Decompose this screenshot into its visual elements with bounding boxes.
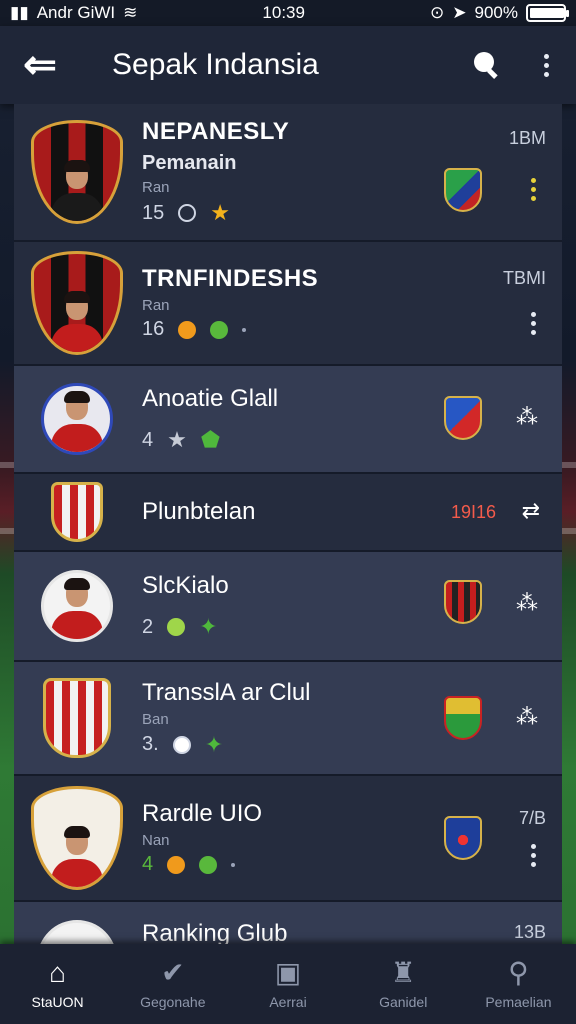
player-name: NEPANESLY [142,118,290,145]
share-icon[interactable]: ⁂ [516,704,538,730]
player-avatar [31,251,123,355]
alarm-icon: ⊙ [430,3,445,22]
count-label: TBMI [503,268,546,288]
ring-icon [178,204,197,222]
app-bar: ⇐ Sepak Indansia [0,26,576,104]
dot-icon [231,862,236,867]
club-crest-icon [444,168,482,212]
shield-badge-icon: ⬟ [200,427,220,452]
bottom-navigation: ⌂ StaUON ✔ Gegonahe ▣ Aerrai ♜ Ganidel ⚲… [0,944,576,1024]
signal-icon: ▮▮ [10,3,29,22]
green-badge-icon [210,320,229,339]
more-options-icon[interactable] [530,312,536,335]
stat-value: 4 [142,853,154,875]
share-icon[interactable]: ⁂ [516,590,538,616]
list-item[interactable]: Anoatie Glall 4 ★ ⬟ ⁂ [14,366,562,474]
meta-label: Ran [142,297,170,314]
club-crest-icon [444,580,482,624]
stat-value: 4 [142,428,154,451]
status-bar: ▮▮ Andr GiWI ≋ 10:39 ⊙ ➤ 900% [0,0,576,26]
list-item[interactable]: SlcKialo 2 ✦ ⁂ [14,552,562,662]
player-avatar [31,786,123,890]
list-item[interactable]: NEPANESLY Pemanain Ran 15 ★ 1BM [14,104,562,242]
clock: 10:39 [262,3,305,22]
swap-arrow-icon[interactable]: ⇄ [522,498,540,524]
badge-icon [172,735,191,754]
search-person-icon: ⚲ [508,957,529,988]
home-icon: ⌂ [49,957,67,988]
star-icon: ✦ [199,614,218,639]
list-item[interactable]: Rardle UIO Nan 4 7/B [14,776,562,902]
player-role: Pemanain [142,152,237,174]
club-name: Ranking Glub [142,920,288,944]
back-arrow-icon[interactable]: ⇐ [0,26,80,104]
battery-percent: 900% [474,3,518,22]
trophy-icon: ♜ [390,957,416,988]
star-icon: ✦ [204,731,224,757]
list-item[interactable]: Plunbtelan 19I16 ⇄ [14,474,562,552]
player-name: Rardle UIO [142,800,263,827]
club-crest-icon [37,920,117,944]
count-label: 7/B [518,808,546,828]
club-crest-icon [444,396,482,440]
player-avatar [41,383,113,455]
stat-value: 3. [142,733,159,755]
more-options-icon[interactable] [530,844,536,867]
club-name: TransslA ar Clul [142,678,311,706]
star-icon: ★ [167,427,187,452]
nav-item-standings[interactable]: ♜ Ganidel [346,944,461,1024]
nav-item-players[interactable]: ⚲ Pemaelian [461,944,576,1024]
meta-label: Ban [142,710,169,728]
nav-label: Ganidel [379,994,428,1010]
nav-label: Aerrai [269,994,307,1010]
more-options-icon[interactable] [530,178,536,201]
count-label: 1BM [508,128,546,148]
club-name: Plunbtelan [142,498,256,525]
stat-value: 2 [142,615,154,638]
stat-value: 15 [142,201,165,224]
list-item[interactable]: TransslA ar Clul Ban 3. ✦ ⁂ [14,662,562,776]
club-crest-icon [444,816,482,860]
player-avatar [31,120,123,224]
location-icon: ➤ [452,3,467,22]
list-item[interactable]: Ranking Glub 13B [14,902,562,944]
wifi-icon: ≋ [123,3,138,22]
more-options-icon[interactable] [516,26,576,104]
club-crest-icon [43,678,111,758]
club-crest-icon [444,696,482,740]
list-item[interactable]: TRNFINDESHS Ran 16 TBMI [14,242,562,366]
nav-label: Pemaelian [485,994,552,1010]
check-shield-icon: ✔ [161,957,185,988]
count-label: 13B [513,922,546,942]
player-avatar [41,570,113,642]
player-name: Anoatie Glall [142,385,279,412]
green-badge-icon [167,618,186,636]
calendar-icon: ▣ [274,957,302,988]
nav-item-teams[interactable]: ✔ Gegonahe [115,944,230,1024]
dot-icon [242,327,247,332]
search-icon[interactable] [456,26,516,104]
battery-icon [526,4,569,22]
star-icon: ★ [210,200,230,225]
stat-value: 16 [142,318,165,340]
count-label: 19I16 [450,502,496,522]
player-name: TRNFINDESHS [142,265,319,292]
green-badge-icon [199,855,218,874]
nav-label: Gegonahe [140,994,206,1010]
orange-badge-icon [178,320,197,339]
carrier-name: Andr GiWI [36,3,116,22]
club-crest-icon [51,482,103,542]
meta-label: Nan [142,832,170,849]
orange-badge-icon [167,855,186,874]
player-name: SlcKialo [142,572,229,599]
share-icon[interactable]: ⁂ [516,404,538,430]
page-title: Sepak Indansia [112,48,319,81]
meta-label: Ran [142,179,170,196]
nav-label: StaUON [31,994,84,1010]
player-list: NEPANESLY Pemanain Ran 15 ★ 1BM TRNFINDE… [14,104,562,944]
nav-item-home[interactable]: ⌂ StaUON [0,944,115,1024]
nav-item-schedule[interactable]: ▣ Aerrai [230,944,345,1024]
